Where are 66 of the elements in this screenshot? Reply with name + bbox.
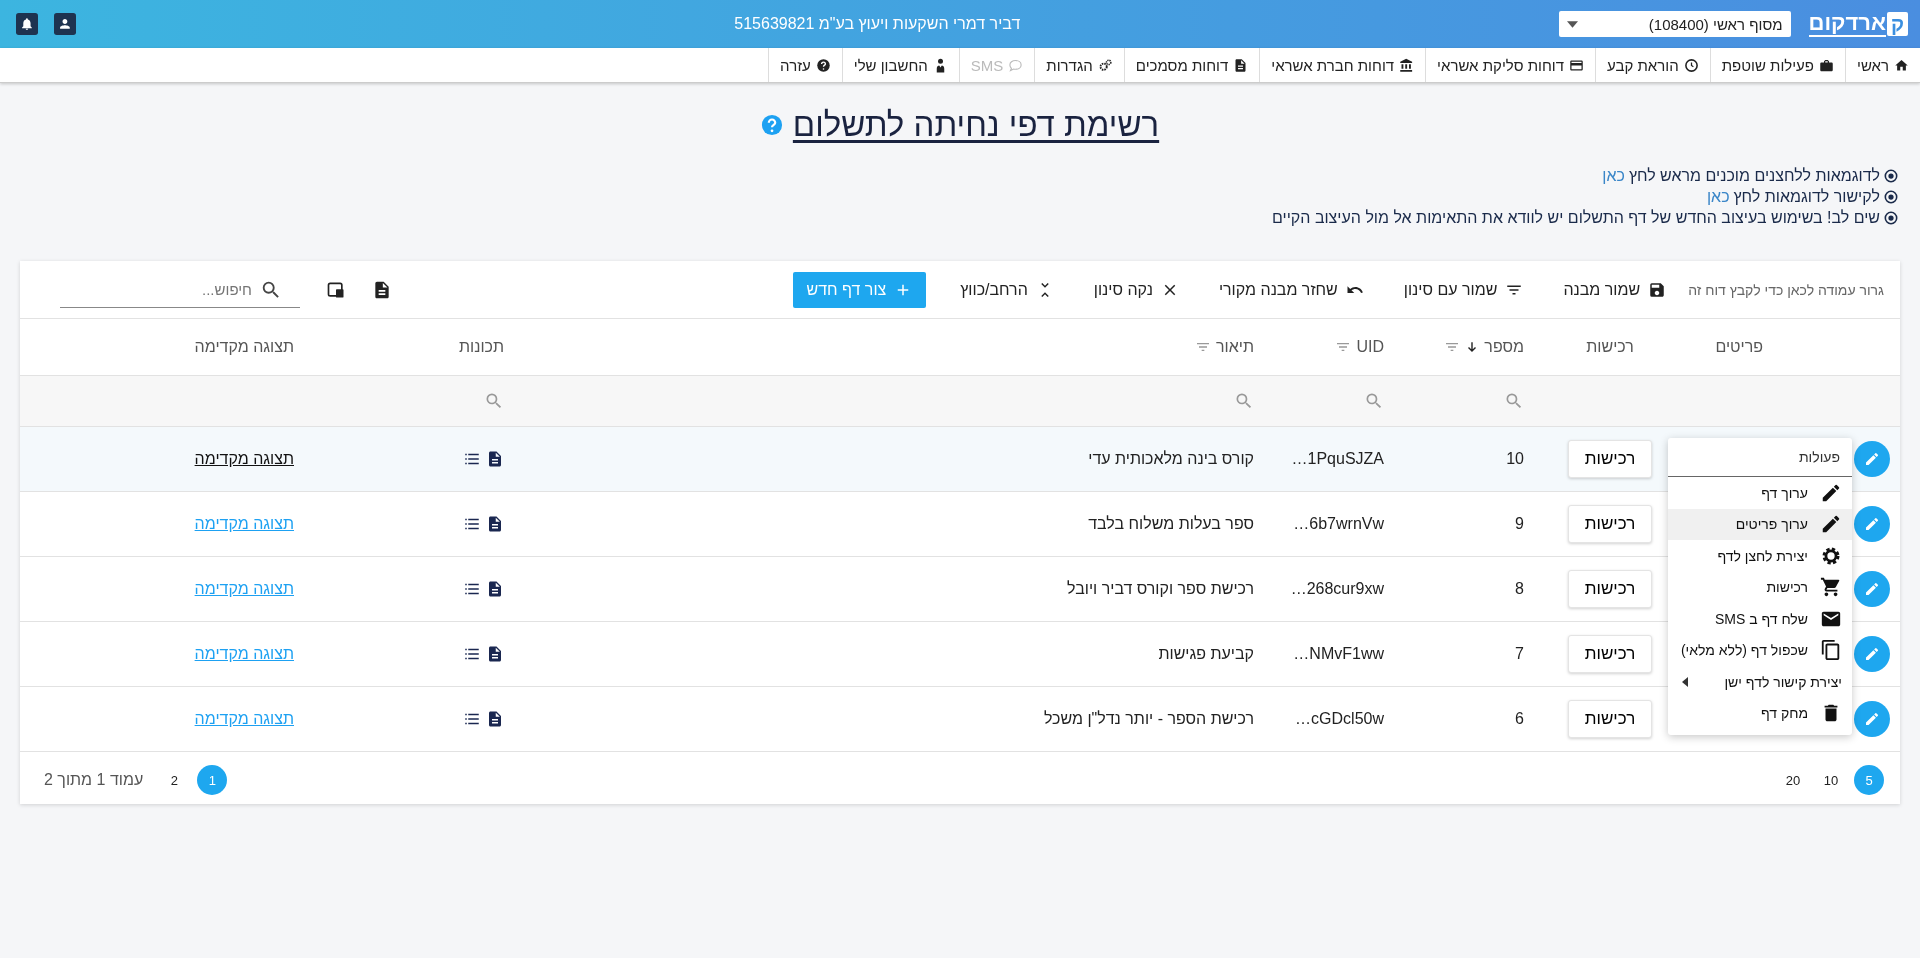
table-cell-text: 6 [1514, 709, 1525, 729]
table-cell: …1PquSJZA [1291, 450, 1384, 468]
purchases-button[interactable]: רכישות [1567, 440, 1653, 478]
menu-title: פעולות [1668, 438, 1852, 477]
nav-item[interactable]: הגדרות [1034, 48, 1124, 82]
table-cell-text: רכישת ספר וקורס דביר ויובל [1066, 579, 1255, 599]
table-cell: …268cur9xw [1290, 580, 1384, 598]
page-size-option[interactable]: 10 [1816, 765, 1846, 795]
nav-item[interactable]: עזרה [768, 48, 842, 82]
nav-item[interactable]: ראשי [1845, 48, 1920, 82]
table-cell: …6b7wrnVw [1293, 515, 1384, 533]
purchases-button[interactable]: רכישות [1567, 505, 1653, 543]
nav-item[interactable]: דוחות סליקת אשראי [1425, 48, 1596, 82]
table-cell-text: 7 [1514, 644, 1525, 664]
table-cell: …NMvF1ww [1293, 645, 1384, 663]
column-header[interactable]: מספר [1400, 319, 1540, 375]
column-header[interactable]: רכישות [1540, 319, 1680, 375]
group-hint: גרור עמודה לכאן כדי לקבץ דוח זה [1688, 281, 1884, 298]
page-title[interactable]: רשימת דפי נחיתה לתשלום [792, 106, 1160, 144]
menu-item[interactable]: שלח דף ב SMS [1668, 603, 1852, 635]
column-header[interactable]: תצוגה מקדימה [20, 319, 310, 375]
nav-item[interactable]: החשבון שלי [841, 48, 959, 82]
note-text: לדוגמאות ללחצנים מוכנים מראש לחץ [1628, 167, 1880, 185]
table-cell-text: קביעת פגישות [1157, 644, 1255, 664]
column-header[interactable]: תכונות [310, 319, 520, 375]
column-header[interactable]: פריטים [1680, 319, 1900, 375]
menu-item[interactable]: שכפול דף (ללא מלאי) [1668, 634, 1852, 666]
company-name: דביר דמרי השקעות ויעוץ בע"מ 515639821 [733, 15, 1022, 33]
toolbar-button[interactable]: שחזר מבנה מקורי [1208, 274, 1374, 305]
column-header[interactable]: תיאור [520, 319, 1270, 375]
terminal-select[interactable]: מסוף ראשי (108400) [1558, 11, 1791, 37]
purchases-button[interactable]: רכישות [1567, 570, 1653, 608]
note-text: לקישור לדוגמאות לחץ [1733, 188, 1880, 206]
table-cell: …cGDcl50w [1295, 710, 1384, 728]
menu-item[interactable]: רכישות [1668, 571, 1852, 603]
table-cell-text: 10 [1505, 449, 1525, 469]
logo-mark: ק [1886, 12, 1908, 36]
preview-link[interactable]: תצוגה מקדימה [194, 450, 294, 468]
table-cell-text: 9 [1514, 514, 1525, 534]
page-number[interactable]: 2 [159, 765, 190, 795]
nav-item[interactable]: פעילות שוטפת [1709, 48, 1845, 82]
logo-text: ארדקום [1808, 11, 1886, 37]
note-link[interactable]: כאן [1602, 167, 1625, 185]
page-size-option[interactable]: 20 [1778, 765, 1808, 795]
column-header[interactable]: UID [1270, 319, 1400, 375]
note-text: שים לב! בשימוש בעיצוב החדש של דף התשלום יש לוודא את התאימות אל מול העיצוב הקיים [1272, 209, 1880, 227]
purchases-button[interactable]: רכישות [1567, 635, 1653, 673]
menu-item[interactable]: ערוך דף [1668, 477, 1852, 509]
toolbar-button[interactable]: הרחב/כווץ [950, 274, 1064, 305]
nav-item[interactable]: דוחות מסמכים [1123, 48, 1260, 82]
note-link[interactable]: כאן [1706, 188, 1730, 206]
toolbar-button[interactable]: נקה סינון [1083, 274, 1189, 305]
purchases-button[interactable]: רכישות [1567, 700, 1653, 738]
toolbar-button[interactable]: שמור עם סינון [1393, 274, 1534, 305]
table-cell-text: קורס בינה מלאכותית עדי [1087, 449, 1255, 469]
nav-item[interactable]: דוחות חברת אשראי [1259, 48, 1426, 82]
menu-item[interactable]: יצירת קישור לדף ישן [1668, 666, 1852, 698]
table-cell-text: רכישת הספר - יותר נדל"ן משכל [1042, 709, 1255, 729]
menu-item[interactable]: מחק דף [1668, 697, 1852, 729]
toolbar-button[interactable]: שמור מבנה [1553, 274, 1677, 305]
menu-item[interactable]: יצירת לחצן לדף [1668, 540, 1852, 572]
page-info: עמוד 1 מתוך 2 [44, 771, 144, 789]
nav-item[interactable]: הוראת קבע [1595, 48, 1710, 82]
table-cell-text: 8 [1514, 579, 1525, 599]
table-cell-text: ספר בעלות משלוח בלבד [1087, 514, 1255, 534]
menu-item[interactable]: ערוך פריטים [1668, 508, 1852, 540]
